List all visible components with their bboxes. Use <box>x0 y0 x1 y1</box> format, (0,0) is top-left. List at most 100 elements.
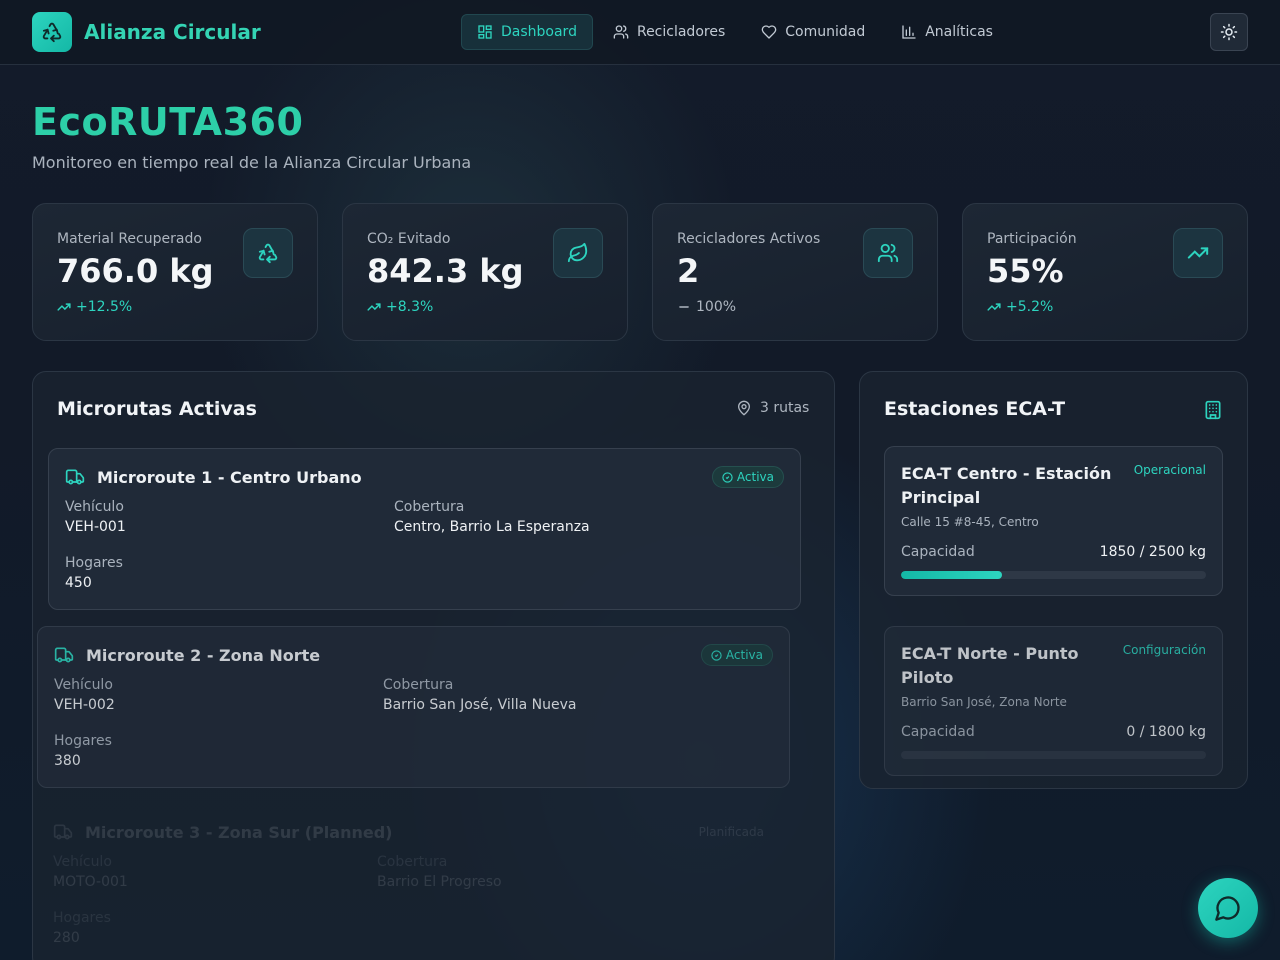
route-vehicle: Vehículo VEH-001 <box>65 499 126 535</box>
nav-label: Dashboard <box>501 24 577 40</box>
stat-trend: +8.3% <box>367 299 433 315</box>
route-households: Hogares 450 <box>65 555 123 591</box>
field-value: MOTO-001 <box>53 874 128 890</box>
stations-panel-title: Estaciones ECA-T <box>884 398 1066 420</box>
stat-card-co2: CO₂ Evitado 842.3 kg +8.3% <box>342 203 628 341</box>
status-badge: Planificada <box>689 821 774 843</box>
capacity-label: Capacidad <box>901 724 975 740</box>
field-label: Vehículo <box>65 499 124 515</box>
nav-label: Comunidad <box>785 24 866 40</box>
sun-icon <box>1220 23 1238 41</box>
minus-icon <box>679 306 689 308</box>
route-vehicle: Vehículo VEH-002 <box>54 677 115 713</box>
field-label: Vehículo <box>54 677 113 693</box>
capacity-value: 0 / 1800 kg <box>1126 724 1206 740</box>
stat-trend-value: 100% <box>696 299 737 315</box>
route-header: Microroute 2 - Zona Norte <box>54 645 320 665</box>
stat-label: Participación <box>987 231 1077 247</box>
field-label: Cobertura <box>394 499 465 515</box>
route-coverage: Cobertura Barrio San José, Villa Nueva <box>383 677 576 713</box>
routes-count-label: 3 rutas <box>760 400 810 416</box>
brand-name: Alianza Circular <box>84 20 261 44</box>
field-value: Centro, Barrio La Esperanza <box>394 519 590 535</box>
check-circle-icon <box>711 649 722 661</box>
station-address: Barrio San José, Zona Norte <box>901 695 1067 709</box>
stat-trend: +5.2% <box>987 299 1053 315</box>
field-label: Hogares <box>65 555 123 571</box>
field-value: Barrio El Progreso <box>377 874 502 890</box>
nav-item-comunidad[interactable]: Comunidad <box>745 14 881 50</box>
page-title: EcoRUTA360 <box>32 100 304 144</box>
capacity-label: Capacidad <box>901 544 975 560</box>
station-name: ECA-T Norte - Punto Piloto <box>901 644 1079 687</box>
main-nav: Dashboard Recicladores Comunidad Analíti… <box>461 14 1013 50</box>
route-coverage: Cobertura Barrio El Progreso <box>377 854 502 890</box>
status-badge: Activa <box>700 644 773 666</box>
routes-count: 3 rutas <box>736 400 809 416</box>
station-card-2[interactable]: ECA-T Norte - Punto Piloto Configuración… <box>884 626 1223 776</box>
stat-trend: +12.5% <box>57 299 132 315</box>
station-status: Operacional <box>1133 463 1206 477</box>
stat-value: 2 <box>677 252 700 290</box>
field-label: Cobertura <box>383 677 454 693</box>
heart-icon <box>761 25 777 39</box>
field-value: VEH-002 <box>54 697 115 713</box>
stat-trend-value: +5.2% <box>1006 299 1054 315</box>
stat-label: Recicladores Activos <box>677 231 821 247</box>
recycle-icon <box>32 12 72 52</box>
nav-label: Recicladores <box>636 24 726 40</box>
field-label: Vehículo <box>53 854 112 870</box>
check-circle-icon <box>722 471 733 483</box>
route-header: Microroute 1 - Centro Urbano <box>65 467 362 487</box>
theme-toggle-button[interactable] <box>1210 13 1248 51</box>
station-status: Configuración <box>1122 643 1206 657</box>
stat-trend: 100% <box>677 299 736 315</box>
truck-icon <box>65 469 85 485</box>
nav-item-analiticas[interactable]: Analíticas <box>885 14 1009 50</box>
nav-item-dashboard[interactable]: Dashboard <box>461 14 593 50</box>
stat-card-participation: Participación 55% +5.2% <box>962 203 1248 341</box>
users-icon <box>863 228 913 278</box>
route-name: Microroute 1 - Centro Urbano <box>97 467 362 487</box>
route-card-1[interactable]: Microroute 1 - Centro Urbano Activa Vehí… <box>48 448 801 610</box>
capacity-bar-fill <box>901 571 1002 579</box>
station-card-1[interactable]: ECA-T Centro - Estación Principal Operac… <box>884 446 1223 596</box>
page-subtitle: Monitoreo en tiempo real de la Alianza C… <box>32 153 472 172</box>
stat-value: 842.3 kg <box>367 252 524 290</box>
capacity-bar <box>901 751 1206 759</box>
building-icon <box>1205 400 1221 420</box>
leaf-icon <box>553 228 603 278</box>
bar-chart-icon <box>902 25 916 39</box>
route-card-2[interactable]: Microroute 2 - Zona Norte Activa Vehícul… <box>37 626 790 788</box>
brand[interactable]: Alianza Circular <box>32 12 261 52</box>
map-pin-icon <box>737 400 751 416</box>
route-vehicle: Vehículo MOTO-001 <box>53 854 128 890</box>
chat-button[interactable] <box>1198 878 1258 938</box>
recycle-icon <box>243 228 293 278</box>
stat-label: CO₂ Evitado <box>367 231 451 247</box>
route-households: Hogares 380 <box>54 733 112 769</box>
field-value: 450 <box>65 575 92 591</box>
stat-card-material: Material Recuperado 766.0 kg +12.5% <box>32 203 318 341</box>
field-label: Cobertura <box>377 854 448 870</box>
chat-bubble-icon <box>1215 896 1240 921</box>
truck-icon <box>54 647 74 663</box>
route-name: Microroute 3 - Zona Sur (Planned) <box>85 822 393 842</box>
nav-label: Analíticas <box>925 24 993 40</box>
route-coverage: Cobertura Centro, Barrio La Esperanza <box>394 499 590 535</box>
nav-item-recicladores[interactable]: Recicladores <box>597 14 741 50</box>
stat-value: 55% <box>987 252 1064 290</box>
route-households: Hogares 280 <box>53 910 111 946</box>
route-header: Microroute 3 - Zona Sur (Planned) <box>53 822 392 842</box>
field-label: Hogares <box>53 910 111 926</box>
trending-up-icon <box>987 303 1001 311</box>
station-address: Calle 15 #8-45, Centro <box>901 515 1039 529</box>
routes-panel-title: Microrutas Activas <box>57 398 257 420</box>
top-navigation-bar: Alianza Circular Dashboard Recicladores … <box>0 0 1280 65</box>
route-card-3[interactable]: Microroute 3 - Zona Sur (Planned) Planif… <box>37 804 790 954</box>
stat-label: Material Recuperado <box>57 231 202 247</box>
field-label: Hogares <box>54 733 112 749</box>
stat-trend-value: +12.5% <box>76 299 133 315</box>
trending-up-icon <box>57 303 71 311</box>
stat-value: 766.0 kg <box>57 252 214 290</box>
